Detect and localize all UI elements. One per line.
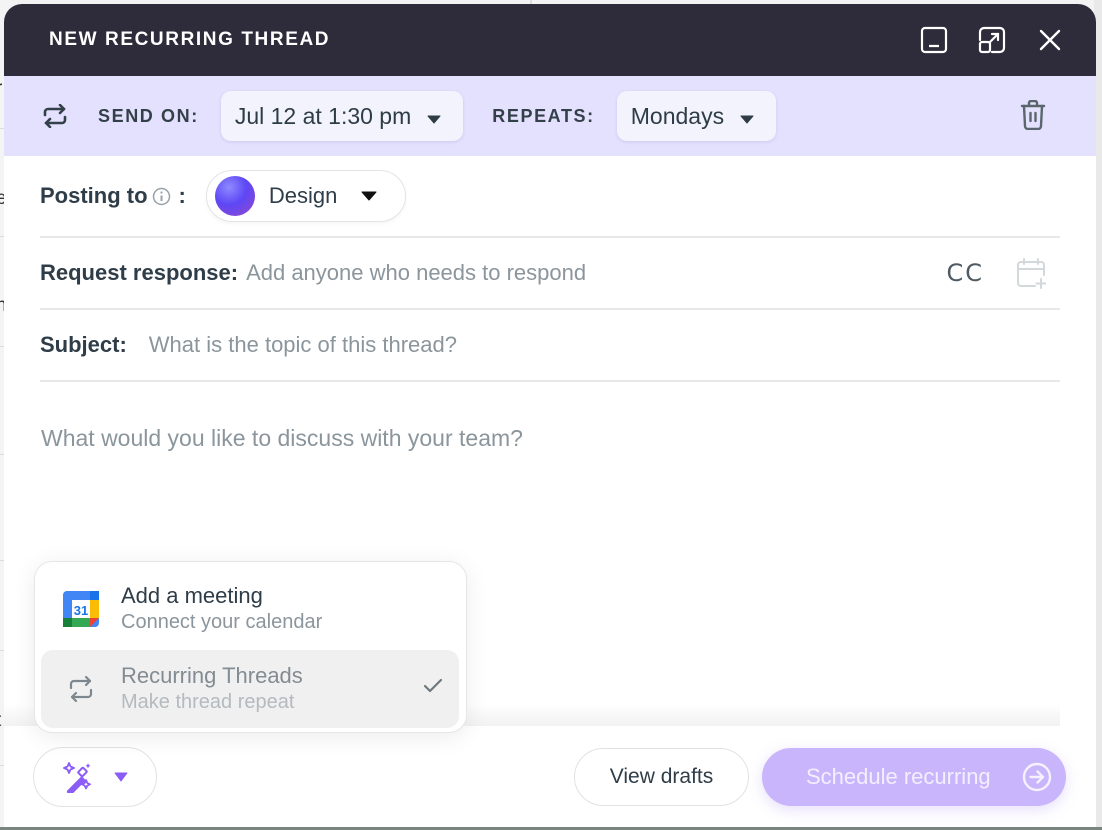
request-response-row: Request response: Add anyone who needs t… xyxy=(40,238,1060,310)
window-controls xyxy=(918,24,1066,56)
menu-item-add-meeting[interactable]: 31 Add a meeting Connect your calendar xyxy=(41,570,459,648)
message-body-input[interactable]: What would you like to discuss with your… xyxy=(41,425,523,452)
menu-item-title: Recurring Threads xyxy=(121,663,303,688)
minimize-icon[interactable] xyxy=(918,24,950,56)
caret-down-icon xyxy=(427,103,441,130)
modal-titlebar: NEW RECURRING THREAD xyxy=(4,4,1096,76)
close-icon[interactable] xyxy=(1034,24,1066,56)
posting-to-row: Posting to : Design xyxy=(40,156,1060,238)
caret-down-icon xyxy=(114,772,128,782)
send-on-dropdown[interactable]: Jul 12 at 1:30 pm xyxy=(220,91,464,141)
request-response-label: Request response: xyxy=(40,260,239,285)
schedule-recurring-button[interactable]: Schedule recurring xyxy=(762,748,1066,806)
menu-item-subtitle: Make thread repeat xyxy=(121,691,295,713)
schedule-bar: SEND ON: Jul 12 at 1:30 pm REPEATS: Mond… xyxy=(4,76,1096,156)
repeat-icon xyxy=(61,675,101,703)
magic-tools-button[interactable] xyxy=(33,747,157,807)
menu-item-title: Add a meeting xyxy=(121,583,263,608)
background-text-fragment: r xyxy=(0,78,2,100)
view-drafts-button[interactable]: View drafts xyxy=(574,748,749,806)
caret-down-icon xyxy=(740,103,754,130)
modal-title: NEW RECURRING THREAD xyxy=(49,29,331,50)
magic-wand-icon xyxy=(62,761,94,793)
checkmark-icon xyxy=(423,678,443,699)
subject-row: Subject: What is the topic of this threa… xyxy=(40,310,1060,382)
calendar-day: 31 xyxy=(74,603,88,618)
repeats-dropdown[interactable]: Mondays xyxy=(616,91,777,141)
group-avatar xyxy=(214,176,255,216)
arrow-right-circle-icon xyxy=(1022,762,1052,798)
trash-icon[interactable] xyxy=(1020,99,1046,135)
cc-button[interactable]: CC xyxy=(946,259,984,287)
send-on-label: SEND ON: xyxy=(98,105,199,126)
add-ons-menu: 31 Add a meeting Connect your calendar R… xyxy=(34,561,467,733)
info-icon[interactable] xyxy=(152,187,171,206)
posting-to-label: Posting to xyxy=(40,183,148,208)
group-name: Design xyxy=(268,183,338,208)
repeats-label: REPEATS: xyxy=(492,105,595,126)
caret-down-icon xyxy=(361,191,377,201)
background-text-fragment: . xyxy=(0,400,1,422)
posting-to-colon: : xyxy=(178,183,186,208)
group-selector[interactable]: Design xyxy=(205,170,407,222)
menu-item-recurring-threads[interactable]: Recurring Threads Make thread repeat xyxy=(41,650,459,728)
expand-icon[interactable] xyxy=(976,24,1008,56)
calendar-add-icon[interactable] xyxy=(1016,257,1046,289)
request-response-input[interactable]: Add anyone who needs to respond xyxy=(246,260,946,286)
schedule-recurring-label: Schedule recurring xyxy=(806,764,991,789)
new-recurring-thread-modal: NEW RECURRING THREAD SEND ON: Jul 12 at … xyxy=(4,4,1096,828)
subject-label: Subject: xyxy=(40,332,127,357)
menu-item-subtitle: Connect your calendar xyxy=(121,611,323,633)
google-calendar-icon: 31 xyxy=(61,591,101,627)
subject-input[interactable]: What is the topic of this thread? xyxy=(149,332,457,358)
background-text-fragment: t xyxy=(0,710,1,732)
repeats-value: Mondays xyxy=(630,102,725,129)
repeat-icon xyxy=(42,104,68,128)
modal-footer: View drafts Schedule recurring xyxy=(4,726,1096,828)
send-on-value: Jul 12 at 1:30 pm xyxy=(234,102,412,129)
